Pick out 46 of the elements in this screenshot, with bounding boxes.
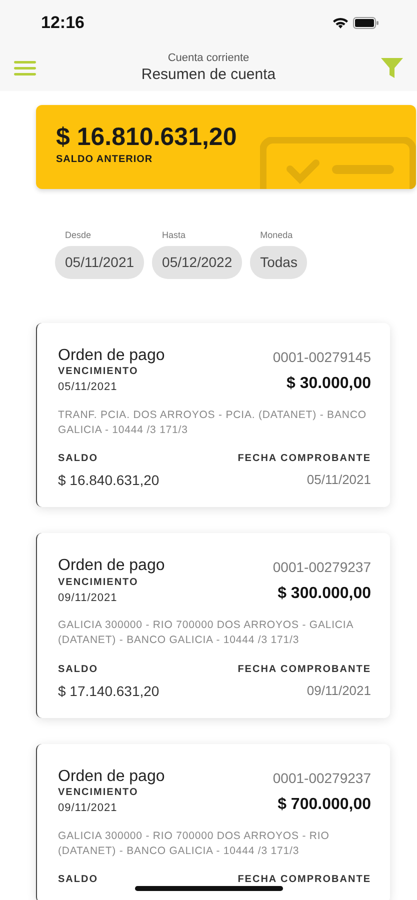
- voucher-date: 09/11/2021: [306, 682, 371, 700]
- balance-value: $ 16.840.631,20: [58, 471, 160, 490]
- voucher-date: 05/11/2021: [306, 471, 371, 490]
- filter-chip[interactable]: 05/11/2021: [55, 246, 144, 278]
- due-label: VENCIMIENTO: [58, 576, 140, 590]
- due-label: VENCIMIENTO: [58, 365, 140, 380]
- status-time: 12:16: [41, 12, 84, 34]
- filter-label: Hasta: [162, 229, 187, 242]
- filter-icon[interactable]: [380, 58, 403, 78]
- due-label: VENCIMIENTO: [58, 786, 140, 800]
- voucher-date-label: FECHA COMPROBANTE: [238, 452, 371, 466]
- movement-amount: $ 700.000,00: [278, 794, 371, 815]
- menu-icon[interactable]: [14, 60, 36, 76]
- movement-type: Orden de pago: [58, 557, 165, 575]
- movement-card[interactable]: Orden de pago VENCIMIENTO 05/11/2021 0001-00279145 $ 30.000,00 TRANF. PCIA. DOS ARROYOS - PCIA. (DATANET) - BANCO GALICIA - 10444 /3 171/3 SALDO $ 16.840.631,20 FECHA COMPROBANTE 05/11/2021: [36, 322, 390, 508]
- filter-chip[interactable]: 05/12/2022: [152, 246, 242, 278]
- movement-amount: $ 30.000,00: [286, 374, 371, 394]
- due-date: 05/11/2021: [58, 380, 118, 396]
- voucher-date-label: FECHA COMPROBANTE: [238, 662, 371, 677]
- movement-card[interactable]: Orden de pago VENCIMIENTO 09/11/2021 0001-00279237 $ 700.000,00 GALICIA 300000 - RIO 700000 DOS ARROYOS - RIO (DATANET) - BANCO GALICIA - 10444 /3 171/3 SALDO FECHA COMPROBANTE: [36, 744, 390, 900]
- due-date: 09/11/2021: [58, 590, 118, 606]
- due-date: 09/11/2021: [58, 801, 118, 816]
- movement-description: GALICIA 300000 - RIO 700000 DOS ARROYOS - RIO (DATANET) - BANCO GALICIA - 10444 /3 171/3: [58, 828, 330, 859]
- voucher-number: 0001-00279145: [272, 348, 371, 366]
- movement-description: GALICIA 300000 - RIO 700000 DOS ARROYOS - GALICIA (DATANET) - BANCO GALICIA - 10444 /3 171/3: [58, 618, 354, 648]
- balance-label: SALDO: [58, 662, 99, 677]
- wifi-icon: [332, 16, 349, 28]
- movement-amount: $ 300.000,00: [278, 584, 371, 604]
- header-title: Resumen de cuenta: [141, 64, 276, 84]
- header-subtitle: Cuenta corriente: [166, 52, 250, 65]
- filter-label: Moneda: [260, 229, 294, 242]
- balance-value: $ 17.140.631,20: [58, 682, 160, 701]
- balance-amount: $ 16.810.631,20: [56, 124, 238, 152]
- movement-type: Orden de pago: [58, 768, 165, 786]
- balance-label: SALDO: [58, 452, 99, 466]
- movement-type: Orden de pago: [58, 346, 165, 364]
- voucher-number: 0001-00279237: [272, 768, 371, 788]
- movement-card[interactable]: [36, 533, 390, 718]
- battery-icon: [353, 16, 379, 28]
- filter-label: Desde: [65, 229, 92, 242]
- balance-label: SALDO ANTERIOR: [56, 152, 154, 166]
- voucher-number: 0001-00279237: [272, 558, 371, 578]
- movement-description: TRANF. PCIA. DOS ARROYOS - PCIA. (DATANET) - BANCO GALICIA - 10444 /3 171/3: [58, 408, 368, 438]
- filter-chip[interactable]: Todas: [250, 246, 308, 278]
- balance-label: SALDO: [58, 873, 98, 888]
- voucher-date-label: FECHA COMPROBANTE: [238, 873, 371, 888]
